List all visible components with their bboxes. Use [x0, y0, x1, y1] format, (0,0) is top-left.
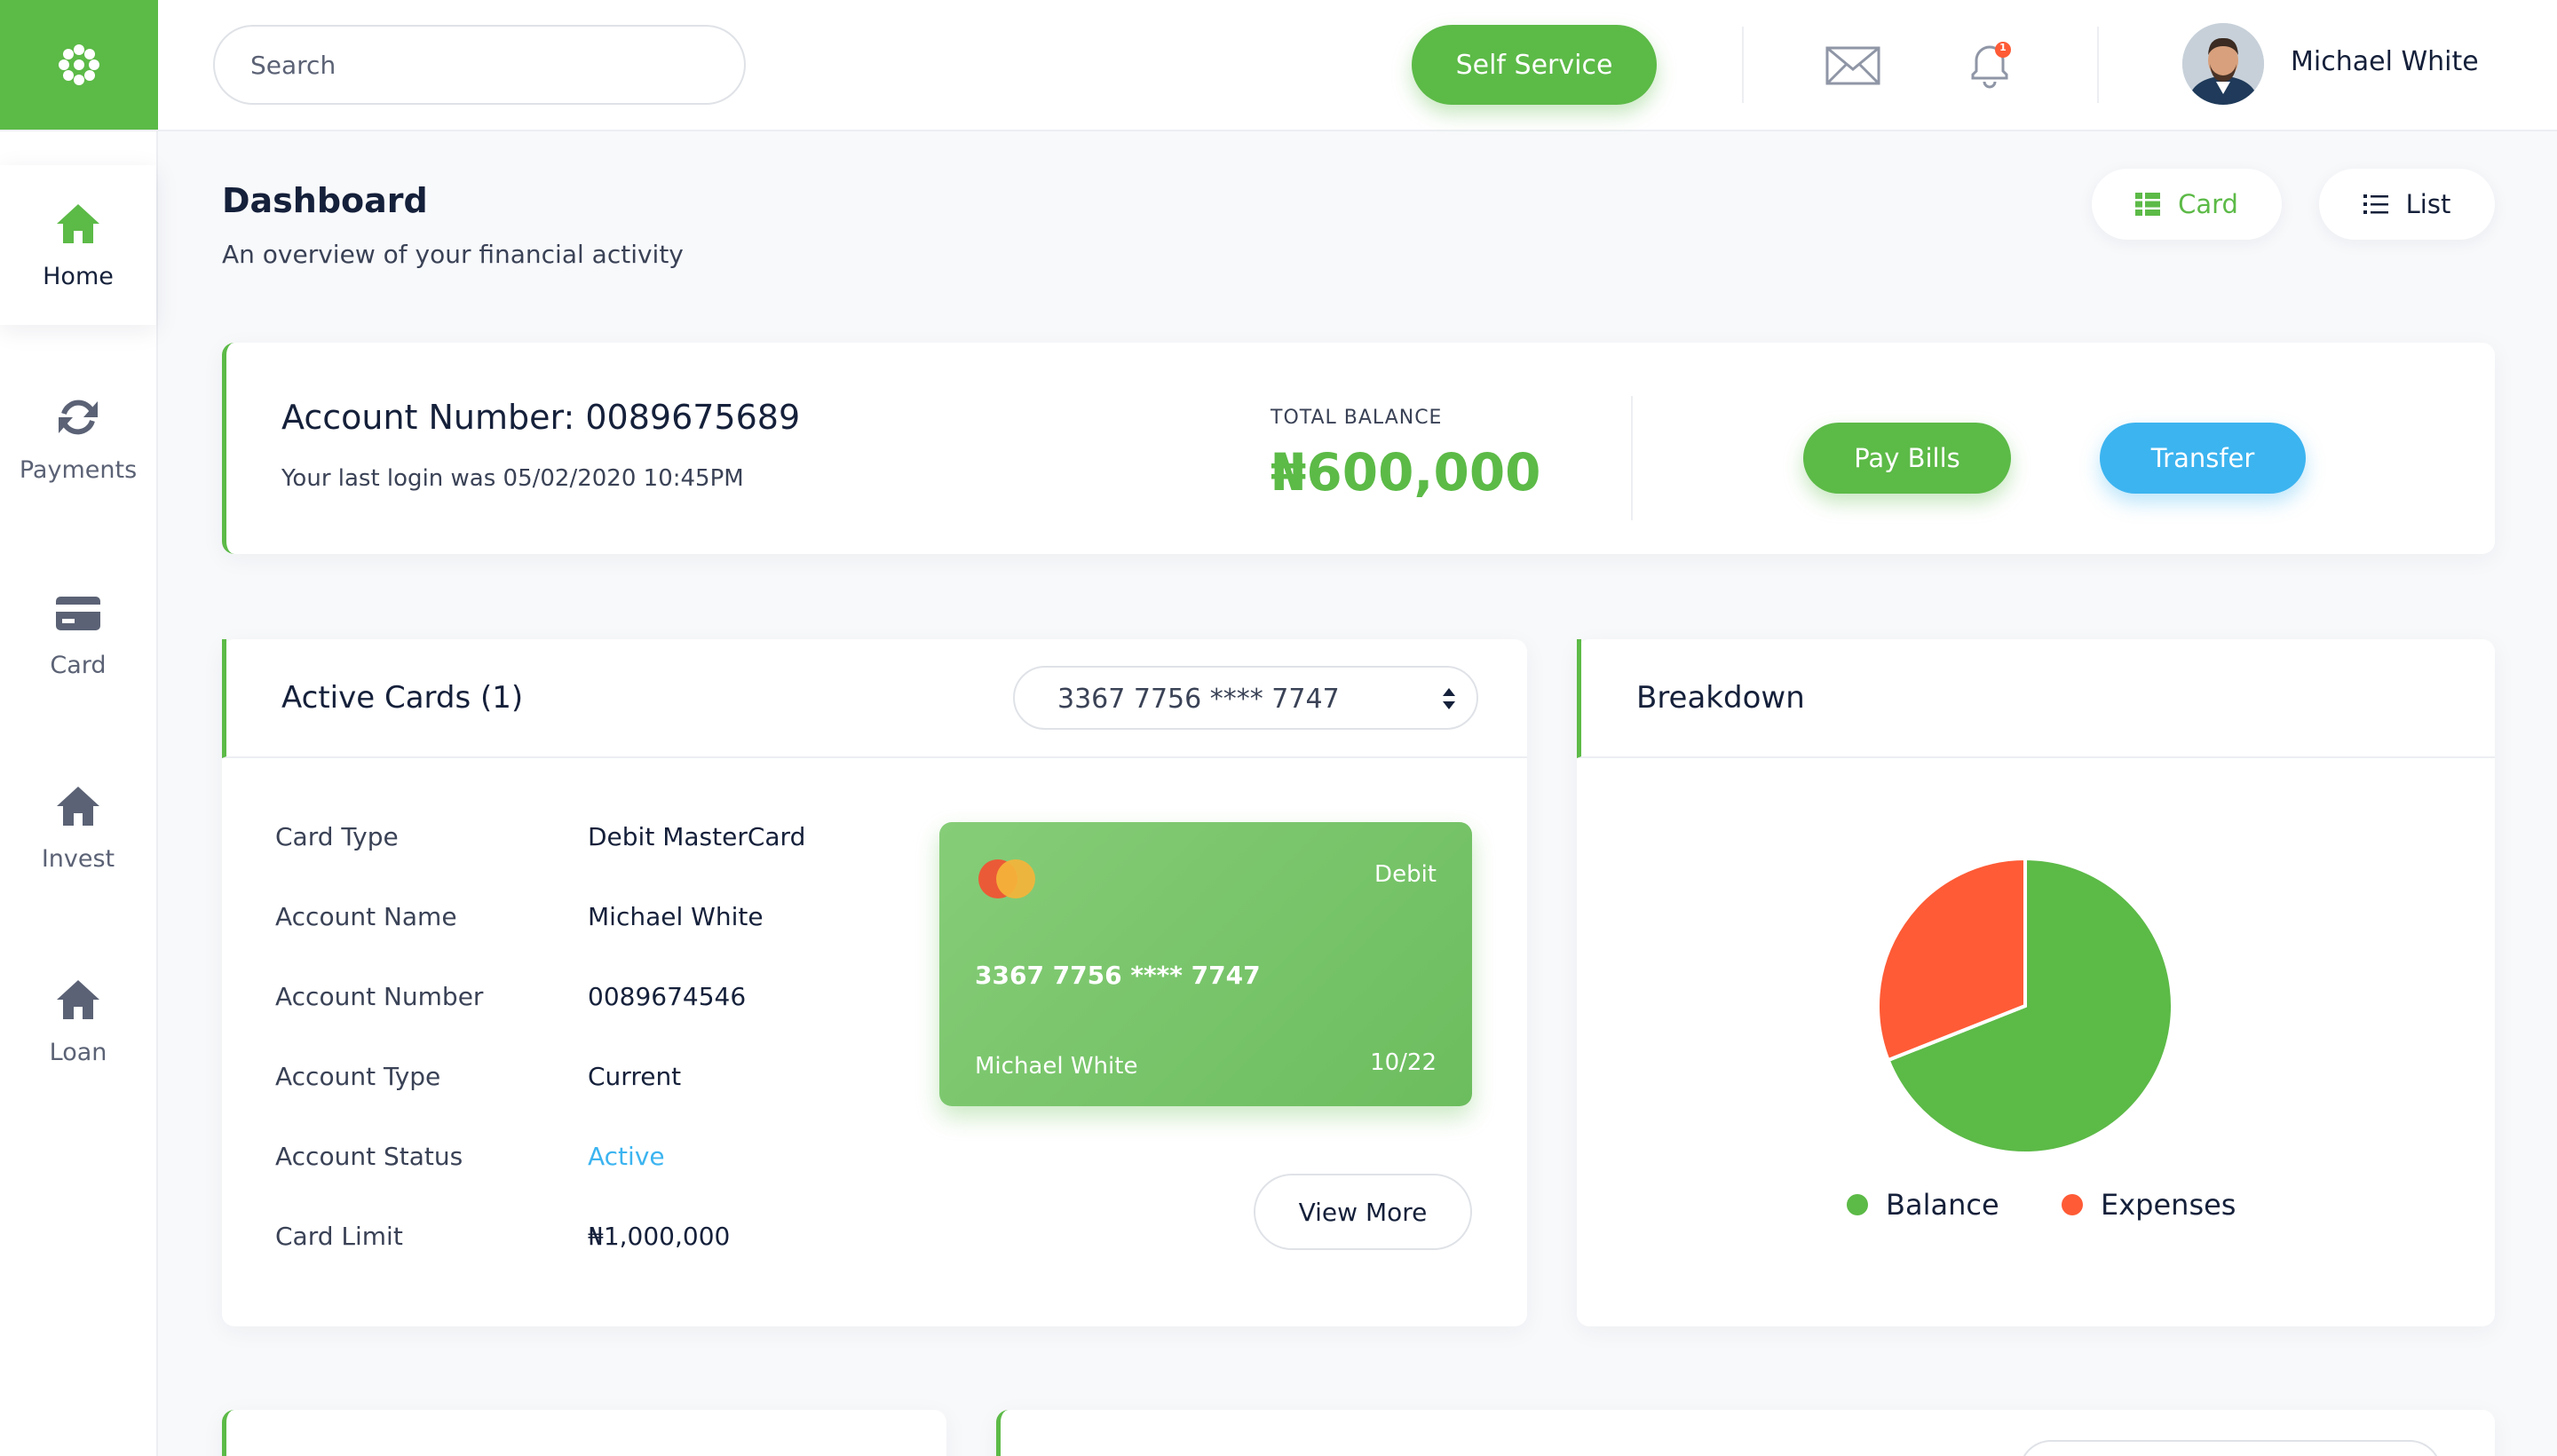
- sidebar-item-label: Payments: [19, 455, 138, 484]
- view-toggle-card-label: Card: [2178, 189, 2238, 219]
- detail-label-account-status: Account Status: [275, 1142, 463, 1171]
- last-login-text: Your last login was 05/02/2020 10:45PM: [281, 465, 744, 492]
- sidebar-item-label: Loan: [49, 1038, 107, 1066]
- breakdown-header: Breakdown: [1577, 639, 2495, 758]
- detail-label-card-limit: Card Limit: [275, 1222, 403, 1251]
- sidebar-item-card[interactable]: Card: [0, 554, 156, 714]
- view-more-button[interactable]: View More: [1254, 1174, 1472, 1250]
- status-badge: Active: [588, 1142, 665, 1171]
- grid-icon: [2135, 193, 2161, 216]
- detail-label-account-number: Account Number: [275, 982, 484, 1011]
- transfer-button[interactable]: Transfer: [2100, 423, 2306, 494]
- refresh-icon: [59, 400, 98, 434]
- active-cards-panel: Active Cards (1) 3367 7756 **** 7747 Car…: [222, 639, 1527, 1326]
- legend-item-balance: Balance: [1847, 1188, 1999, 1222]
- detail-value-account-name: Michael White: [588, 902, 764, 931]
- sidebar-item-label: Card: [50, 651, 107, 679]
- bottom-panel-left: [222, 1410, 946, 1456]
- list-icon: [2363, 194, 2388, 214]
- mastercard-logo-icon: [978, 859, 1035, 898]
- account-summary-panel: Account Number: 0089675689 Your last log…: [222, 343, 2495, 554]
- total-balance-label: TOTAL BALANCE: [1271, 407, 1443, 429]
- credit-card-visual[interactable]: Debit 3367 7756 **** 7747 Michael White …: [939, 822, 1472, 1106]
- sidebar-item-home[interactable]: Home: [0, 165, 156, 325]
- user-photo-icon: [2182, 23, 2264, 105]
- detail-value-account-number: 0089674546: [588, 982, 747, 1011]
- sidebar-item-loan[interactable]: Loan: [0, 941, 156, 1101]
- bottom-panel-right: [996, 1410, 2495, 1456]
- top-bar: Self Service 1 Michael White: [0, 0, 2557, 131]
- legend-label-expenses: Expenses: [2101, 1188, 2236, 1222]
- page-title: Dashboard: [222, 181, 428, 220]
- legend-dot-expenses: [2062, 1194, 2083, 1215]
- notification-bell[interactable]: 1: [1966, 39, 2014, 91]
- legend-label-balance: Balance: [1886, 1188, 1999, 1222]
- breakdown-pie-chart: [1876, 856, 2174, 1155]
- view-toggle-list-label: List: [2405, 189, 2451, 219]
- card-holder-name: Michael White: [975, 1053, 1138, 1080]
- detail-label-account-name: Account Name: [275, 902, 457, 931]
- card-select-value: 3367 7756 **** 7747: [1057, 684, 1340, 715]
- sidebar-item-invest[interactable]: Invest: [0, 748, 156, 907]
- search-input[interactable]: [213, 25, 746, 105]
- account-number: Account Number: 0089675689: [281, 398, 801, 437]
- self-service-button[interactable]: Self Service: [1412, 25, 1657, 105]
- sidebar-item-payments[interactable]: Payments: [0, 359, 156, 518]
- detail-label-account-type: Account Type: [275, 1062, 441, 1091]
- account-divider: [1631, 396, 1633, 520]
- home-icon: [57, 786, 99, 826]
- sidebar-item-label: Invest: [41, 844, 115, 873]
- card-expiry: 10/22: [1370, 1049, 1437, 1076]
- home-icon: [57, 979, 99, 1019]
- view-toggle-card-button[interactable]: Card: [2092, 169, 2282, 240]
- home-icon: [57, 203, 99, 243]
- detail-value-card-limit: ₦1,000,000: [588, 1222, 731, 1251]
- notification-badge-count: 1: [1999, 42, 2007, 53]
- breakdown-panel: Breakdown Balance Expenses: [1577, 639, 2495, 1326]
- active-cards-header: Active Cards (1) 3367 7756 **** 7747: [222, 639, 1527, 758]
- header-divider: [1742, 27, 1744, 103]
- active-cards-title: Active Cards (1): [281, 680, 524, 716]
- avatar[interactable]: [2182, 23, 2264, 105]
- sidebar-item-label: Home: [43, 262, 114, 290]
- view-toggle-list-button[interactable]: List: [2319, 169, 2495, 240]
- card-select-dropdown[interactable]: 3367 7756 **** 7747: [1013, 666, 1478, 730]
- detail-value-card-type: Debit MasterCard: [588, 822, 806, 851]
- breakdown-title: Breakdown: [1636, 680, 1805, 716]
- total-balance-value: ₦600,000: [1271, 442, 1541, 502]
- detail-label-card-type: Card Type: [275, 822, 399, 851]
- mail-icon[interactable]: [1825, 44, 1880, 87]
- card-type-label: Debit: [1374, 861, 1437, 888]
- pay-bills-button[interactable]: Pay Bills: [1803, 423, 2011, 494]
- bottom-panel-control[interactable]: [2019, 1440, 2442, 1456]
- user-name[interactable]: Michael White: [2291, 46, 2479, 77]
- credit-card-icon: [56, 596, 100, 630]
- card-number: 3367 7756 **** 7747: [975, 961, 1261, 990]
- detail-value-account-type: Current: [588, 1062, 682, 1091]
- sort-arrows-icon: [1443, 688, 1455, 709]
- legend-item-expenses: Expenses: [2062, 1188, 2236, 1222]
- legend-dot-balance: [1847, 1194, 1868, 1215]
- flower-logo-icon: [59, 44, 99, 85]
- header-divider: [2097, 27, 2099, 103]
- sidebar: Home Payments Card Invest Loan: [0, 131, 158, 1456]
- app-logo[interactable]: [0, 0, 158, 130]
- page-subtitle: An overview of your financial activity: [222, 240, 684, 269]
